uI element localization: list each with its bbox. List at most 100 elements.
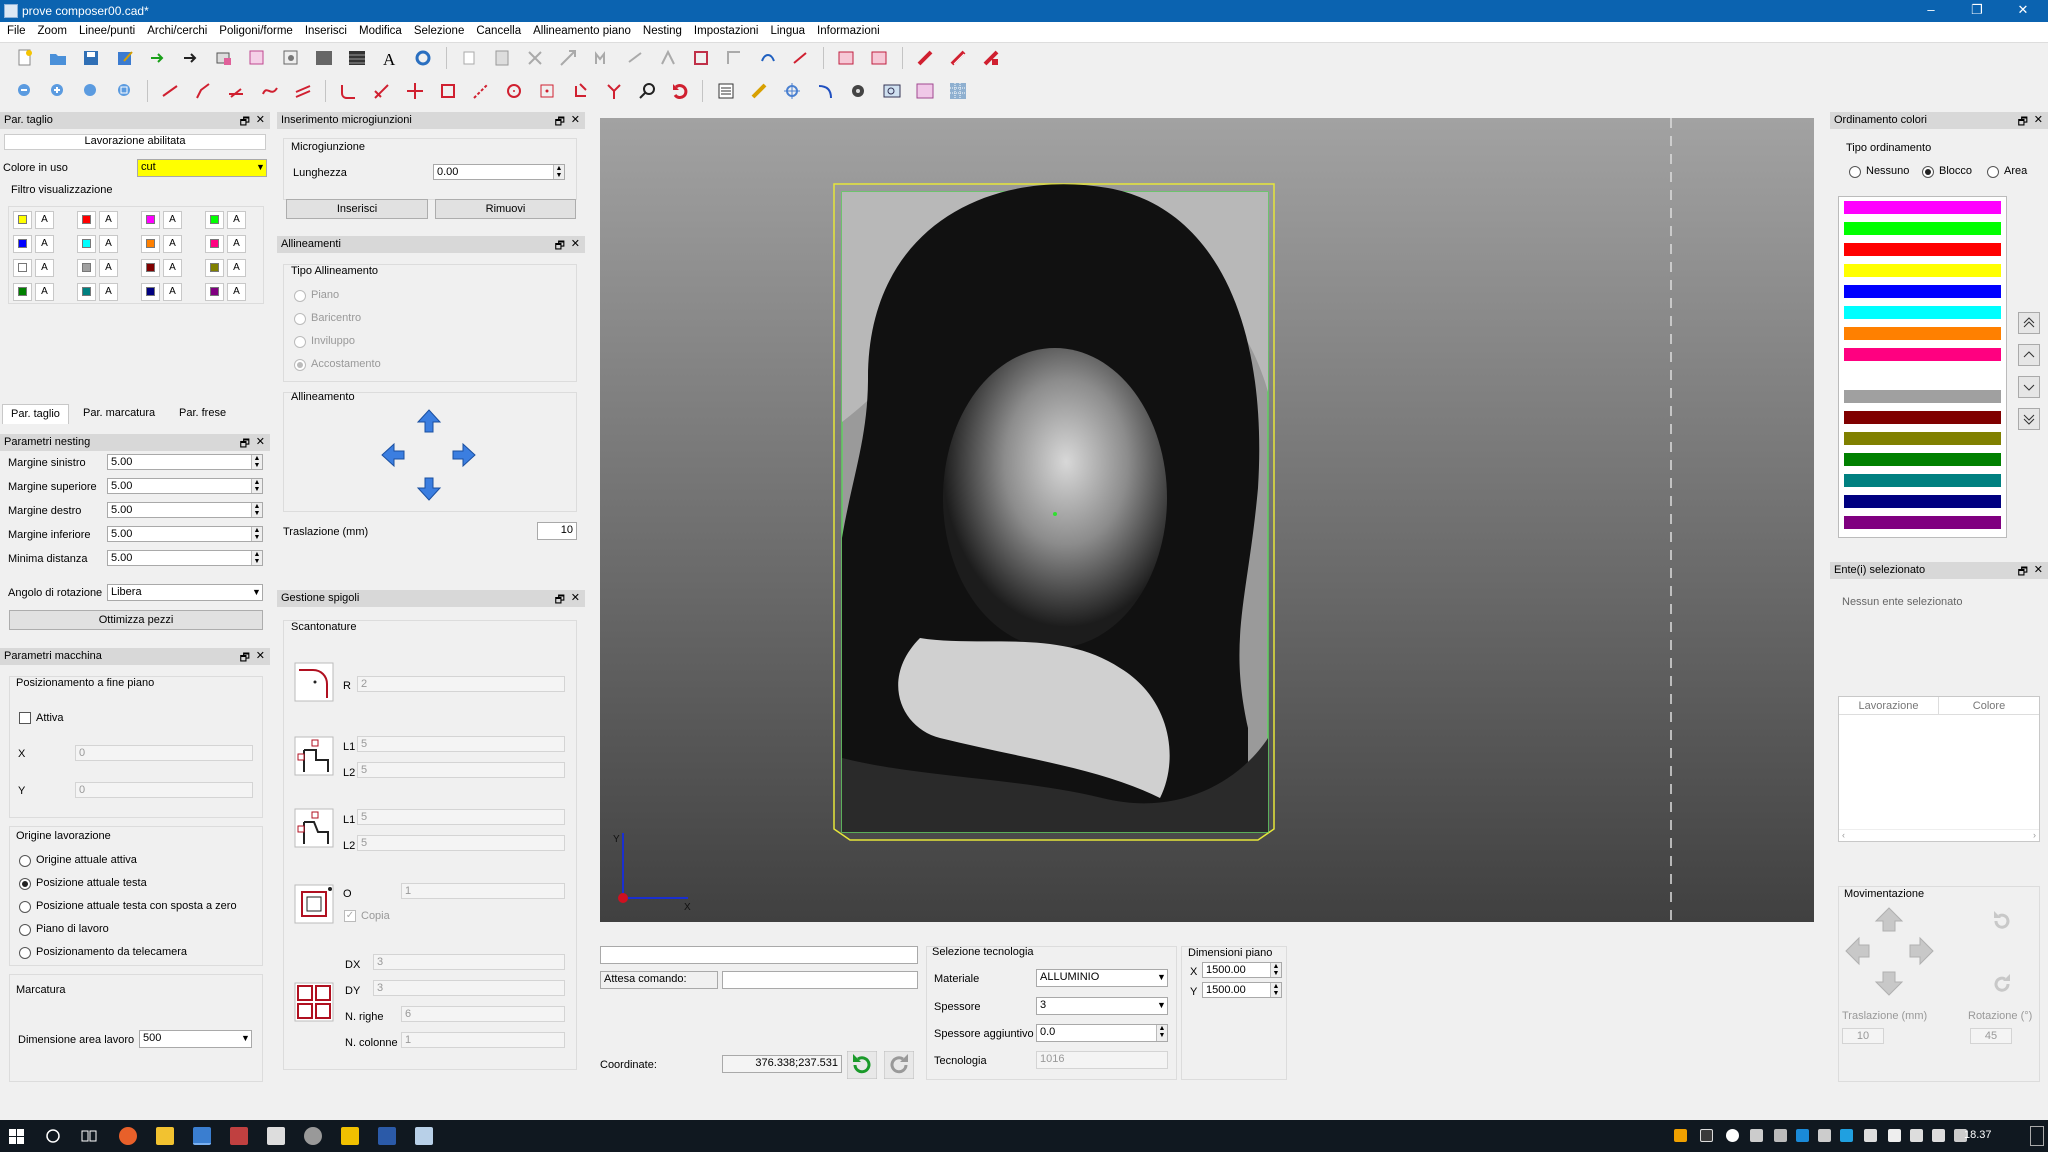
notch-corner-icon[interactable] — [294, 808, 334, 848]
close-icon[interactable]: ✕ — [256, 435, 265, 448]
offset-rect-icon[interactable] — [294, 884, 334, 924]
radio-button[interactable] — [1987, 166, 1999, 178]
color-order-item[interactable] — [1844, 243, 2001, 256]
arrow-left-icon[interactable] — [380, 442, 406, 468]
float-icon[interactable]: 🗗 — [2018, 563, 2028, 582]
monitor-icon[interactable] — [1932, 1129, 1945, 1142]
nesting-field-input[interactable]: 5.00 ▲ ▼ — [107, 550, 263, 566]
color-swatch[interactable] — [141, 259, 160, 277]
float-icon[interactable]: 🗗 — [555, 591, 565, 610]
color-swatch[interactable] — [205, 259, 224, 277]
spline-icon[interactable] — [258, 79, 282, 103]
rotate-icon[interactable] — [623, 46, 647, 70]
import-icon[interactable] — [146, 46, 170, 70]
dim-area-select[interactable]: 500 ▼ — [139, 1030, 252, 1048]
mirror-icon[interactable] — [590, 46, 614, 70]
grid-array-icon[interactable] — [294, 982, 334, 1022]
mov-rotazione-field[interactable]: 45 — [1970, 1028, 2012, 1044]
refresh-icon[interactable] — [847, 1051, 877, 1079]
visibility-toggle[interactable]: A — [163, 235, 182, 253]
tecnologia-field[interactable]: 1016 — [1036, 1051, 1168, 1069]
color-swatch[interactable] — [141, 283, 160, 301]
nesting-field-input[interactable]: 5.00 ▲ ▼ — [107, 502, 263, 518]
notepad-icon[interactable] — [415, 1127, 433, 1145]
spinner-icon[interactable]: ▲ ▼ — [251, 551, 262, 565]
tray-app-icon[interactable] — [1796, 1129, 1809, 1142]
dim-y-field[interactable]: 1500.00 ▲ ▼ — [1202, 982, 1282, 998]
extend-icon[interactable] — [602, 79, 626, 103]
visibility-toggle[interactable]: A — [227, 283, 246, 301]
color-order-list[interactable] — [1838, 196, 2007, 538]
dim-x-field[interactable]: 1500.00 ▲ ▼ — [1202, 962, 1282, 978]
camera-window-icon[interactable] — [880, 79, 904, 103]
menu-cancella[interactable]: Cancella — [469, 22, 526, 37]
dy-field[interactable]: 3 — [373, 980, 565, 996]
crosshair-icon[interactable] — [780, 79, 804, 103]
angle-line-icon[interactable] — [224, 79, 248, 103]
color-order-item[interactable] — [1844, 495, 2001, 508]
join-icon[interactable] — [789, 46, 813, 70]
scale-icon[interactable] — [656, 46, 680, 70]
tray-app-icon[interactable] — [1674, 1129, 1687, 1142]
radio-button[interactable] — [19, 947, 31, 959]
task-view-icon[interactable] — [81, 1128, 97, 1144]
visibility-toggle[interactable]: A — [227, 235, 246, 253]
visibility-toggle[interactable]: A — [35, 211, 54, 229]
clock[interactable]: 18.37 — [1964, 1129, 1992, 1141]
spessore-select[interactable]: 3 ▼ — [1036, 997, 1168, 1015]
laser-icon[interactable] — [913, 46, 937, 70]
nesting-field-input[interactable]: 5.00 ▲ ▼ — [107, 454, 263, 470]
color-order-item[interactable] — [1844, 285, 2001, 298]
usb-icon[interactable] — [1750, 1129, 1763, 1142]
color-order-item[interactable] — [1844, 453, 2001, 466]
radio-button[interactable] — [19, 901, 31, 913]
radio-button[interactable] — [1922, 166, 1934, 178]
ottimizza-pezzi-button[interactable]: Ottimizza pezzi — [9, 610, 263, 630]
radio-button[interactable] — [294, 290, 306, 302]
save-as-icon[interactable] — [113, 46, 137, 70]
drawing-canvas[interactable]: Y X — [600, 118, 1814, 922]
color-order-item[interactable] — [1844, 306, 2001, 319]
mark-path-icon[interactable] — [867, 46, 891, 70]
arrow-down-icon[interactable] — [416, 476, 442, 502]
zoom-out-icon[interactable] — [13, 79, 37, 103]
colonne-field[interactable]: 1 — [401, 1032, 565, 1048]
fillet-icon[interactable] — [336, 79, 360, 103]
chamfer-icon[interactable] — [369, 79, 393, 103]
mov-traslazione-field[interactable]: 10 — [1842, 1028, 1884, 1044]
y-field[interactable]: 0 — [75, 782, 253, 798]
move-up-icon[interactable] — [2018, 344, 2040, 366]
spinner-icon[interactable]: ▲ ▼ — [251, 503, 262, 517]
color-order-item[interactable] — [1844, 369, 2001, 382]
attiva-checkbox[interactable] — [19, 712, 31, 724]
paste-icon[interactable] — [490, 46, 514, 70]
color-swatch[interactable] — [141, 211, 160, 229]
cut-path-icon[interactable] — [834, 46, 858, 70]
menu-file[interactable]: File — [0, 22, 31, 37]
polyline-icon[interactable] — [191, 79, 215, 103]
hatch-icon[interactable] — [345, 46, 369, 70]
radio-button[interactable] — [294, 336, 306, 348]
undo-icon[interactable] — [668, 79, 692, 103]
menu-zoom[interactable]: Zoom — [31, 22, 72, 37]
close-icon[interactable]: ✕ — [2034, 113, 2043, 126]
array-icon[interactable] — [689, 46, 713, 70]
explode-icon[interactable] — [569, 79, 593, 103]
spinner-icon[interactable]: ▲ ▼ — [1270, 983, 1281, 997]
parallel-line-icon[interactable] — [291, 79, 315, 103]
color-swatch[interactable] — [205, 235, 224, 253]
cut-icon[interactable] — [523, 46, 547, 70]
traslazione-field[interactable]: 10 — [537, 522, 577, 540]
tab-par-marcatura[interactable]: Par. marcatura — [75, 404, 163, 424]
file-explorer-icon[interactable] — [156, 1127, 174, 1145]
spessore-agg-field[interactable]: 0.0 ▲ ▼ — [1036, 1024, 1168, 1042]
visibility-toggle[interactable]: A — [35, 259, 54, 277]
pencil-icon[interactable] — [747, 79, 771, 103]
o-field[interactable]: 1 — [401, 883, 565, 899]
select-area-icon[interactable] — [913, 79, 937, 103]
cad-app-icon[interactable] — [193, 1127, 211, 1145]
rotate-ccw-icon[interactable] — [1988, 970, 2016, 998]
l2-field-b[interactable]: 5 — [357, 835, 565, 851]
circle-icon[interactable] — [502, 79, 526, 103]
spinner-icon[interactable]: ▲ ▼ — [251, 527, 262, 541]
